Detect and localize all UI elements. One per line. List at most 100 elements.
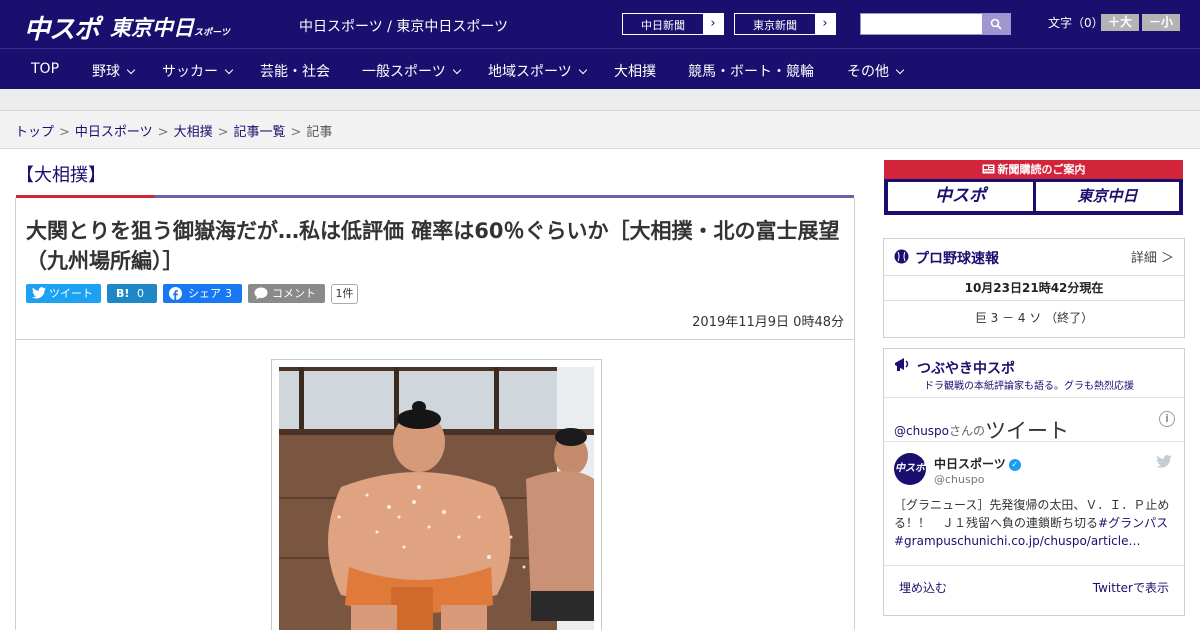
tweets-handle-link[interactable]: @chuspo: [894, 424, 949, 438]
search-icon: [990, 18, 1002, 30]
nav-racing-label: 競馬・ボート・競輪: [688, 64, 814, 80]
sumo-training-photo: [279, 367, 594, 630]
article-photo-frame[interactable]: [271, 359, 602, 630]
breadcrumb-current: 記事: [306, 125, 333, 140]
nav-top-label: TOP: [31, 61, 60, 77]
tokyo-chunichi-logo-small: スポーツ: [194, 28, 230, 38]
search-box: [860, 13, 1011, 35]
nav-entertainment[interactable]: 芸能・社会: [260, 61, 330, 81]
comment-button[interactable]: コメント: [248, 284, 325, 303]
chevron-down-icon: [578, 65, 587, 75]
nav-other[interactable]: その他: [847, 61, 905, 81]
breadcrumb: トップ > 中日スポーツ > 大相撲 > 記事一覧 > 記事: [15, 121, 332, 140]
subscribe-chuspo[interactable]: 中スポ: [888, 182, 1033, 211]
breadcrumb-chunichi-sports[interactable]: 中日スポーツ: [75, 125, 153, 140]
chunichi-shimbun-button[interactable]: 中日新聞 ›: [622, 13, 724, 35]
comment-label: コメント: [272, 287, 316, 300]
article-header: 大関とりを狙う御嶽海だが…私は低評価 確率は60％ぐらいか［大相撲・北の富士展望…: [15, 198, 855, 340]
twitter-bird-icon[interactable]: [1156, 455, 1172, 468]
hatena-count: 0: [137, 287, 144, 300]
nav-sumo[interactable]: 大相撲: [614, 61, 656, 81]
tweets-widget: つぶやき中スポ ドラ観戦の本紙評論家も語る。グラも熱烈応援 @chuspoさんの…: [883, 348, 1185, 616]
chuspo-logo[interactable]: 中スポ: [24, 9, 100, 46]
chevron-right-icon: ›: [815, 14, 835, 34]
hatena-bookmark-button[interactable]: B! 0: [107, 284, 157, 303]
facebook-share-label: シェア: [188, 287, 221, 300]
nav-entertainment-label: 芸能・社会: [260, 64, 330, 80]
nav-baseball-label: 野球: [92, 64, 120, 80]
font-larger-button[interactable]: ＋大: [1101, 14, 1139, 31]
twitter-icon: [32, 287, 46, 299]
tweets-heading: ツイート: [985, 419, 1070, 443]
baseball-icon: [894, 249, 909, 264]
subscription-title: 新聞購読のご案内: [884, 160, 1183, 179]
breadcrumb-sep: >: [59, 125, 70, 140]
nav-general-sports-label: 一般スポーツ: [362, 64, 446, 80]
tweet-button[interactable]: ツイート: [26, 284, 101, 303]
game-score[interactable]: 巨 3 － 4 ソ （終了）: [884, 309, 1184, 326]
tweets-user-line: @chuspoさんのツイート: [894, 412, 1070, 443]
info-icon[interactable]: i: [1159, 411, 1175, 427]
publish-date: 2019年11月9日 0時48分: [692, 315, 844, 330]
tweet-text: ［グラニュース］先発復帰の太田、Ｖ．Ｉ．Ｐ止める！！ Ｊ１残留へ負の連鎖断ち切る…: [894, 496, 1176, 550]
tokyo-chunichi-logo-text: 東京中日: [110, 16, 194, 40]
facebook-share-button[interactable]: シェア 3: [163, 284, 242, 303]
search-button[interactable]: [982, 14, 1010, 34]
nav-sumo-label: 大相撲: [614, 64, 656, 80]
subscribe-tokyo-chunichi[interactable]: 東京中日: [1036, 182, 1179, 211]
tweets-title: つぶやき中スポ: [917, 361, 1015, 377]
breadcrumb-bar: トップ > 中日スポーツ > 大相撲 > 記事一覧 > 記事: [0, 111, 1200, 149]
breadcrumb-sep: >: [290, 125, 302, 140]
article-headline: 大関とりを狙う御嶽海だが…私は低評価 確率は60％ぐらいか［大相撲・北の富士展望…: [26, 219, 840, 273]
article-photo: [279, 367, 594, 630]
category-title: 【大相撲】: [16, 165, 106, 186]
breadcrumb-top[interactable]: トップ: [15, 125, 54, 140]
score-timestamp: 10月23日21時42分現在: [884, 275, 1184, 301]
tokyo-shimbun-label: 東京新聞: [753, 19, 797, 32]
nav-soccer[interactable]: サッカー: [162, 61, 234, 81]
breadcrumb-sep: >: [217, 125, 229, 140]
tweet-link[interactable]: #grampuschunichi.co.jp/chuspo/article…: [894, 534, 1140, 548]
nav-top[interactable]: TOP: [31, 61, 59, 77]
top-header: 中スポ 東京中日スポーツ 中日スポーツ / 東京中日スポーツ 中日新聞 › 東京…: [0, 0, 1200, 48]
breadcrumb-article-list[interactable]: 記事一覧: [234, 125, 286, 140]
nav-other-label: その他: [847, 64, 889, 80]
nav-regional-sports[interactable]: 地域スポーツ: [488, 61, 587, 81]
tokyo-shimbun-button[interactable]: 東京新聞 ›: [734, 13, 836, 35]
comment-bubble-icon: [254, 287, 268, 300]
baseball-detail-link[interactable]: 詳細 ＞: [1131, 247, 1174, 266]
account-name[interactable]: 中日スポーツ ✓: [934, 455, 1021, 472]
account-handle[interactable]: @chuspo: [934, 473, 984, 486]
chunichi-shimbun-label: 中日新聞: [641, 19, 685, 32]
nav-baseball[interactable]: 野球: [92, 61, 136, 81]
chevron-down-icon: [895, 65, 905, 75]
tokyo-chunichi-logo[interactable]: 東京中日スポーツ: [110, 12, 230, 42]
comment-count-badge[interactable]: 1件: [331, 284, 358, 304]
font-smaller-button[interactable]: －小: [1142, 14, 1180, 31]
subscription-banner[interactable]: 新聞購読のご案内 中スポ 東京中日: [884, 160, 1183, 215]
tweet-hashtag[interactable]: #グランパス: [1098, 516, 1168, 530]
nav-soccer-label: サッカー: [162, 64, 218, 80]
ad-strip: [0, 89, 1200, 111]
nav-racing[interactable]: 競馬・ボート・競輪: [688, 61, 814, 81]
avatar[interactable]: 中スポ: [894, 453, 926, 485]
chevron-down-icon: [452, 65, 461, 75]
tweets-header: @chuspoさんのツイート i: [884, 397, 1184, 443]
facebook-icon: [169, 287, 182, 300]
breadcrumb-sep: >: [157, 125, 169, 140]
breadcrumb-sumo[interactable]: 大相撲: [174, 125, 213, 140]
page-content: 【大相撲】 大関とりを狙う御嶽海だが…私は低評価 確率は60％ぐらいか［大相撲・…: [0, 149, 1200, 630]
site-name-line: 中日スポーツ / 東京中日スポーツ: [299, 19, 509, 35]
verified-icon: ✓: [1008, 458, 1021, 471]
account-name-text: 中日スポーツ: [934, 457, 1006, 471]
view-on-twitter-link[interactable]: Twitterで表示: [1093, 579, 1169, 596]
search-input[interactable]: [861, 14, 982, 34]
embed-link[interactable]: 埋め込む: [899, 579, 947, 596]
tweets-footer: 埋め込む Twitterで表示: [884, 565, 1184, 605]
chevron-down-icon: [126, 65, 136, 75]
font-size-label: 文字（0）: [1048, 16, 1104, 30]
pro-baseball-widget: プロ野球速報 詳細 ＞ 10月23日21時42分現在 巨 3 － 4 ソ （終了…: [883, 238, 1185, 338]
article-body: [15, 340, 855, 630]
nav-general-sports[interactable]: 一般スポーツ: [362, 61, 461, 81]
subscription-title-text: 新聞購読のご案内: [997, 163, 1086, 176]
